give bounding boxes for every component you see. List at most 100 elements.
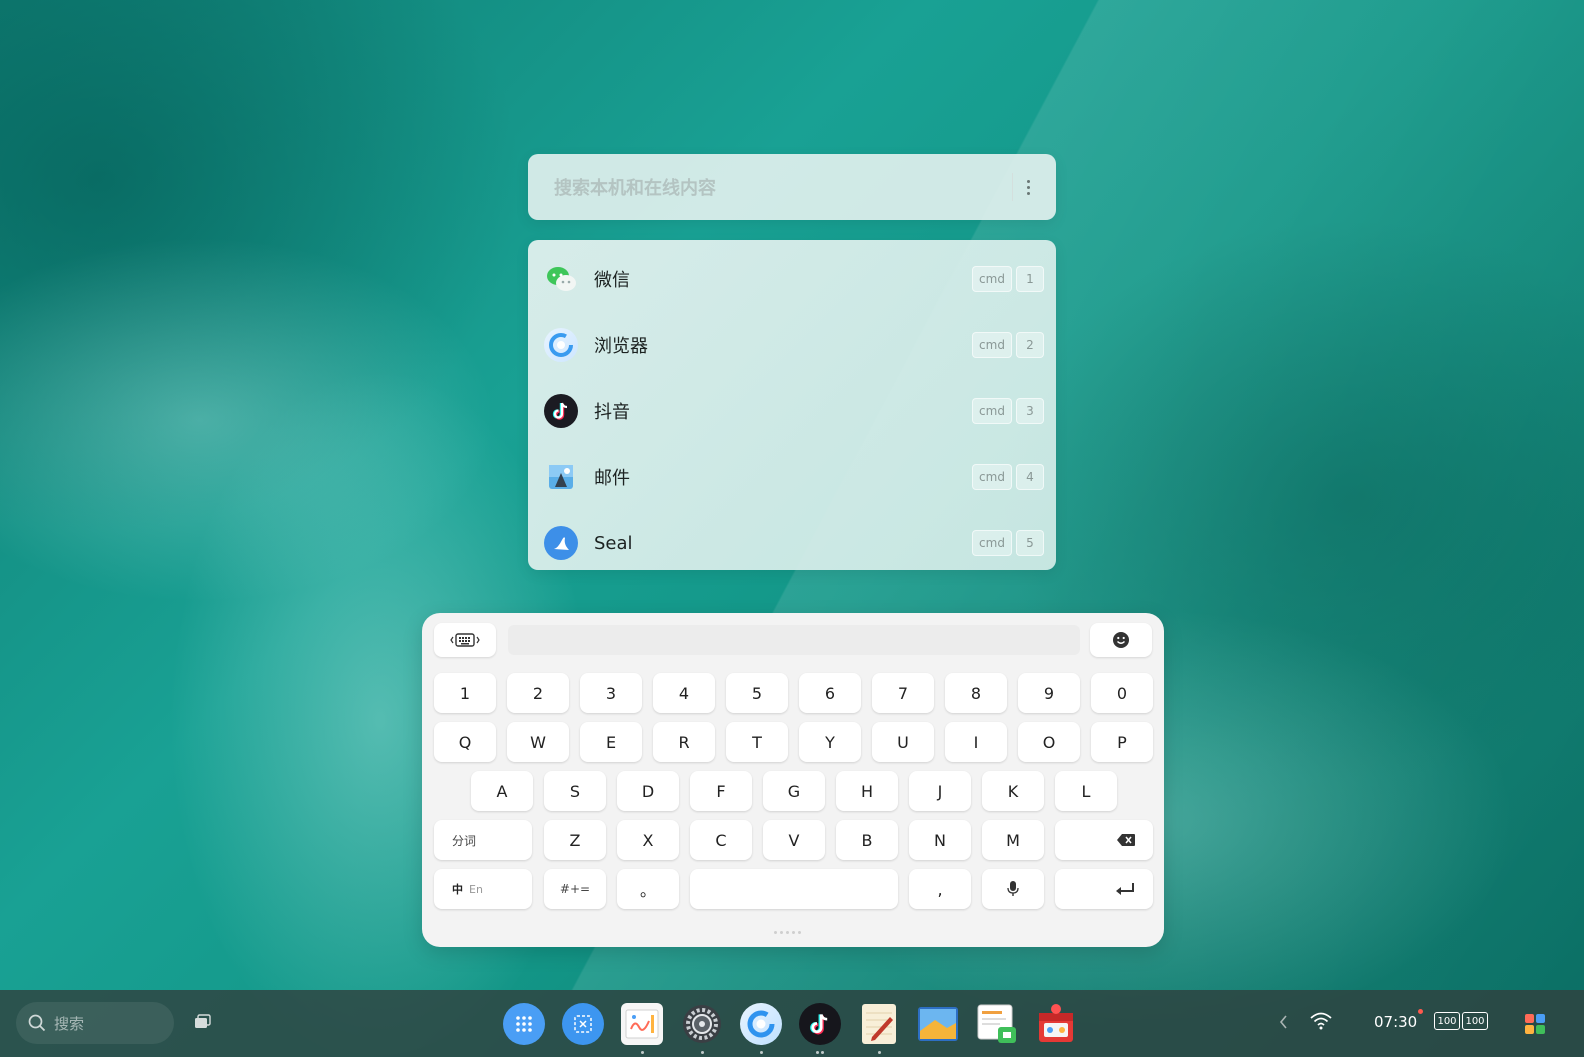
battery-2-level: 100 bbox=[1465, 1015, 1485, 1027]
gallery-icon[interactable] bbox=[917, 1003, 959, 1045]
result-item-mail[interactable]: 邮件 cmd 4 bbox=[528, 444, 1056, 510]
shortcut-number: 5 bbox=[1016, 530, 1044, 556]
notes-icon[interactable] bbox=[858, 1003, 900, 1045]
key-e[interactable]: E bbox=[580, 722, 642, 762]
search-bar[interactable]: 搜索本机和在线内容 bbox=[528, 154, 1056, 220]
battery-indicator-1[interactable]: 100 bbox=[1434, 1012, 1460, 1030]
virtual-keyboard: 1 2 3 4 5 6 7 8 9 0 Q W E R T Y U I O P … bbox=[422, 613, 1164, 947]
tray-expand-icon[interactable] bbox=[1278, 1014, 1288, 1034]
key-2[interactable]: 2 bbox=[507, 673, 569, 713]
result-item-seal[interactable]: Seal cmd 5 bbox=[528, 510, 1056, 576]
wifi-icon[interactable] bbox=[1310, 1012, 1332, 1034]
key-0[interactable]: 0 bbox=[1091, 673, 1153, 713]
key-5[interactable]: 5 bbox=[726, 673, 788, 713]
key-7[interactable]: 7 bbox=[872, 673, 934, 713]
search-input[interactable]: 搜索本机和在线内容 bbox=[554, 174, 1012, 200]
emoji-icon bbox=[1113, 632, 1129, 648]
taskbar-search[interactable]: 搜索 bbox=[16, 1002, 174, 1044]
clock[interactable]: 07:30 bbox=[1374, 1013, 1417, 1031]
result-item-browser[interactable]: 浏览器 cmd 2 bbox=[528, 312, 1056, 378]
running-indicator bbox=[641, 1051, 644, 1054]
settings-icon[interactable] bbox=[681, 1003, 723, 1045]
browser-icon[interactable] bbox=[740, 1003, 782, 1045]
files-icon[interactable] bbox=[976, 1003, 1018, 1045]
key-b[interactable]: B bbox=[836, 820, 898, 860]
screenshot-icon[interactable] bbox=[562, 1003, 604, 1045]
key-m[interactable]: M bbox=[982, 820, 1044, 860]
battery-indicator-2[interactable]: 100 bbox=[1462, 1012, 1488, 1030]
multitask-icon[interactable] bbox=[193, 1012, 215, 1034]
result-item-douyin[interactable]: 抖音 cmd 3 bbox=[528, 378, 1056, 444]
key-q[interactable]: Q bbox=[434, 722, 496, 762]
microphone-icon bbox=[1007, 881, 1019, 896]
enter-icon bbox=[1116, 883, 1134, 895]
key-c[interactable]: C bbox=[690, 820, 752, 860]
symbols-key[interactable]: #+= bbox=[544, 869, 606, 909]
lang-en-label: En bbox=[469, 882, 483, 896]
search-divider bbox=[1012, 173, 1013, 201]
key-r[interactable]: R bbox=[653, 722, 715, 762]
more-options-icon[interactable] bbox=[1027, 179, 1030, 195]
shortcut-number: 1 bbox=[1016, 266, 1044, 292]
key-f[interactable]: F bbox=[690, 771, 752, 811]
search-results-list: 微信 cmd 1 浏览器 cmd 2 抖音 cmd 3 邮件 cmd 4 Sea… bbox=[528, 240, 1056, 570]
enter-key[interactable] bbox=[1055, 869, 1153, 909]
keyboard-drag-handle[interactable] bbox=[774, 931, 801, 934]
key-8[interactable]: 8 bbox=[945, 673, 1007, 713]
key-g[interactable]: G bbox=[763, 771, 825, 811]
segment-key[interactable]: 分词 bbox=[434, 820, 532, 860]
key-l[interactable]: L bbox=[1055, 771, 1117, 811]
key-z[interactable]: Z bbox=[544, 820, 606, 860]
backspace-icon bbox=[1117, 834, 1135, 846]
key-j[interactable]: J bbox=[909, 771, 971, 811]
result-label: 抖音 bbox=[594, 402, 630, 423]
key-u[interactable]: U bbox=[872, 722, 934, 762]
key-i[interactable]: I bbox=[945, 722, 1007, 762]
backspace-key[interactable] bbox=[1055, 820, 1153, 860]
keyboard-toggle-button[interactable] bbox=[434, 623, 496, 657]
key-9[interactable]: 9 bbox=[1018, 673, 1080, 713]
taskbar: 搜索 07:30 100 100 bbox=[0, 990, 1584, 1057]
key-o[interactable]: O bbox=[1018, 722, 1080, 762]
seal-icon bbox=[544, 526, 578, 560]
key-p[interactable]: P bbox=[1091, 722, 1153, 762]
result-item-wechat[interactable]: 微信 cmd 1 bbox=[528, 246, 1056, 312]
key-w[interactable]: W bbox=[507, 722, 569, 762]
period-key[interactable]: 。 bbox=[617, 869, 679, 909]
douyin-icon[interactable] bbox=[799, 1003, 841, 1045]
key-t[interactable]: T bbox=[726, 722, 788, 762]
battery-1-level: 100 bbox=[1437, 1015, 1457, 1027]
key-x[interactable]: X bbox=[617, 820, 679, 860]
space-key[interactable] bbox=[690, 869, 898, 909]
shortcut-cmd: cmd bbox=[972, 464, 1012, 490]
microphone-key[interactable] bbox=[982, 869, 1044, 909]
key-a[interactable]: A bbox=[471, 771, 533, 811]
whiteboard-icon[interactable] bbox=[621, 1003, 663, 1045]
app-store-icon[interactable] bbox=[1035, 1003, 1077, 1045]
key-v[interactable]: V bbox=[763, 820, 825, 860]
comma-key[interactable]: , bbox=[909, 869, 971, 909]
key-k[interactable]: K bbox=[982, 771, 1044, 811]
key-n[interactable]: N bbox=[909, 820, 971, 860]
language-switch-key[interactable]: 中 En bbox=[434, 869, 532, 909]
keyboard-toolbar bbox=[434, 623, 1152, 657]
key-6[interactable]: 6 bbox=[799, 673, 861, 713]
key-1[interactable]: 1 bbox=[434, 673, 496, 713]
emoji-button[interactable] bbox=[1090, 623, 1152, 657]
key-4[interactable]: 4 bbox=[653, 673, 715, 713]
browser-icon bbox=[544, 328, 578, 362]
key-s[interactable]: S bbox=[544, 771, 606, 811]
launcher-icon[interactable] bbox=[503, 1003, 545, 1045]
key-3[interactable]: 3 bbox=[580, 673, 642, 713]
running-indicator bbox=[816, 1051, 819, 1054]
taskbar-search-label: 搜索 bbox=[54, 1014, 85, 1033]
key-h[interactable]: H bbox=[836, 771, 898, 811]
control-center-icon[interactable] bbox=[1524, 1013, 1546, 1039]
shortcut-cmd: cmd bbox=[972, 530, 1012, 556]
running-indicator bbox=[760, 1051, 763, 1054]
running-indicator bbox=[821, 1051, 824, 1054]
key-y[interactable]: Y bbox=[799, 722, 861, 762]
shortcut-number: 4 bbox=[1016, 464, 1044, 490]
candidate-bar[interactable] bbox=[508, 625, 1080, 655]
key-d[interactable]: D bbox=[617, 771, 679, 811]
